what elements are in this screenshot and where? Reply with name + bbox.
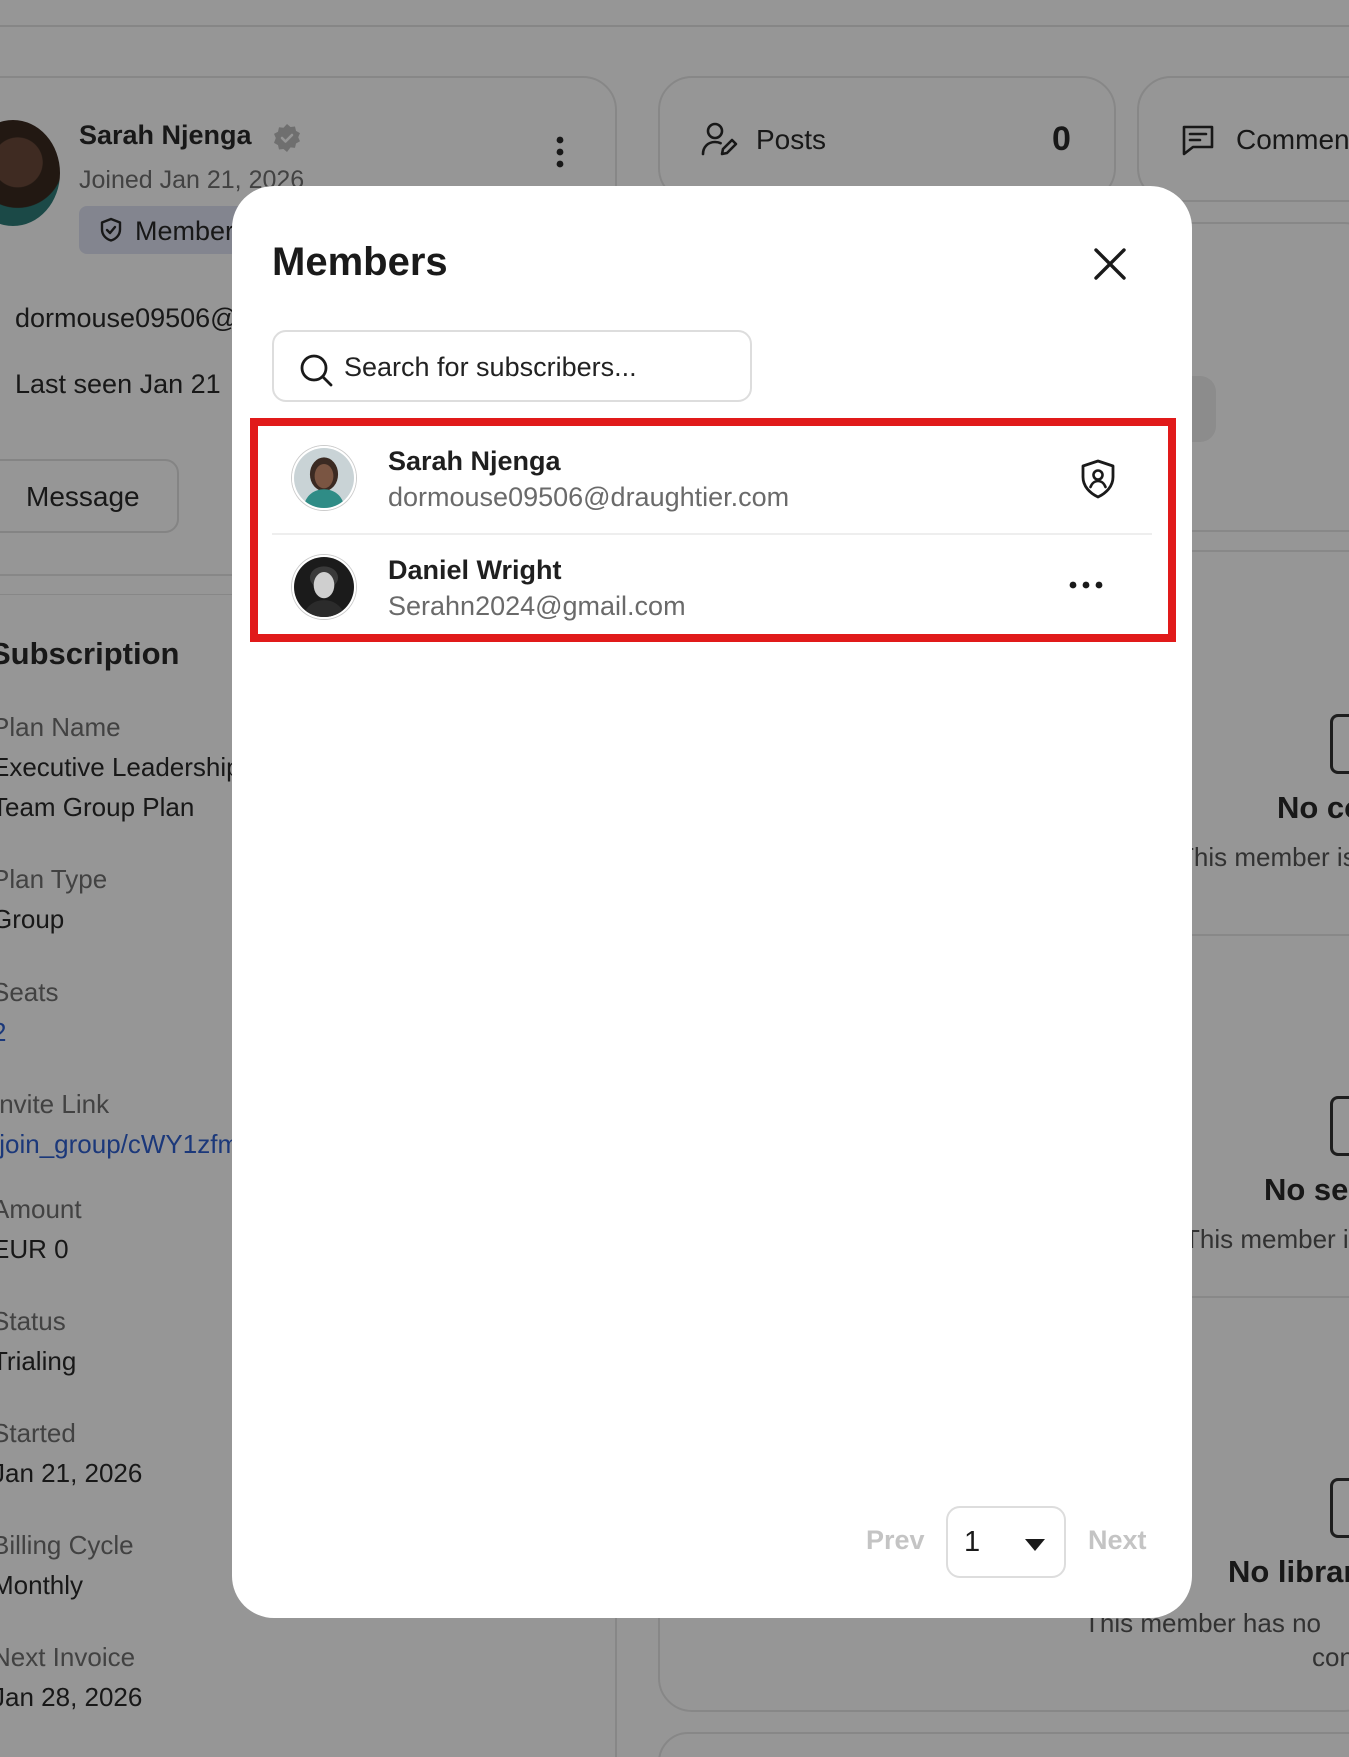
search-icon — [300, 354, 333, 387]
search-field[interactable] — [272, 330, 752, 402]
member-row[interactable]: Sarah Njenga dormouse09506@draughtier.co… — [272, 426, 1152, 533]
shield-user-icon — [1081, 459, 1115, 499]
member-avatar — [292, 446, 356, 510]
member-avatar — [292, 555, 356, 619]
avatar-photo — [294, 448, 354, 508]
member-email: Serahn2024@gmail.com — [388, 591, 686, 621]
member-list: Sarah Njenga dormouse09506@draughtier.co… — [272, 426, 1152, 640]
next-page-button[interactable]: Next — [1088, 1525, 1147, 1556]
page-select-value: 1 — [964, 1526, 981, 1558]
search-input[interactable] — [344, 346, 734, 388]
page-select[interactable]: 1 — [946, 1506, 1066, 1578]
member-name: Daniel Wright — [388, 555, 562, 585]
caret-down-icon — [1025, 1539, 1045, 1551]
member-row[interactable]: Daniel Wright Serahn2024@gmail.com — [272, 533, 1152, 640]
more-horizontal-icon[interactable] — [1068, 575, 1104, 595]
pagination: Prev 1 Next — [232, 1506, 1192, 1578]
member-email: dormouse09506@draughtier.com — [388, 482, 790, 512]
members-modal: Members Sarah Njenga dormouse09506@draug… — [232, 186, 1192, 1618]
member-name: Sarah Njenga — [388, 446, 561, 476]
close-icon[interactable] — [1088, 242, 1132, 286]
prev-page-button[interactable]: Prev — [866, 1525, 925, 1556]
avatar-photo — [294, 557, 354, 617]
modal-title: Members — [272, 240, 448, 284]
